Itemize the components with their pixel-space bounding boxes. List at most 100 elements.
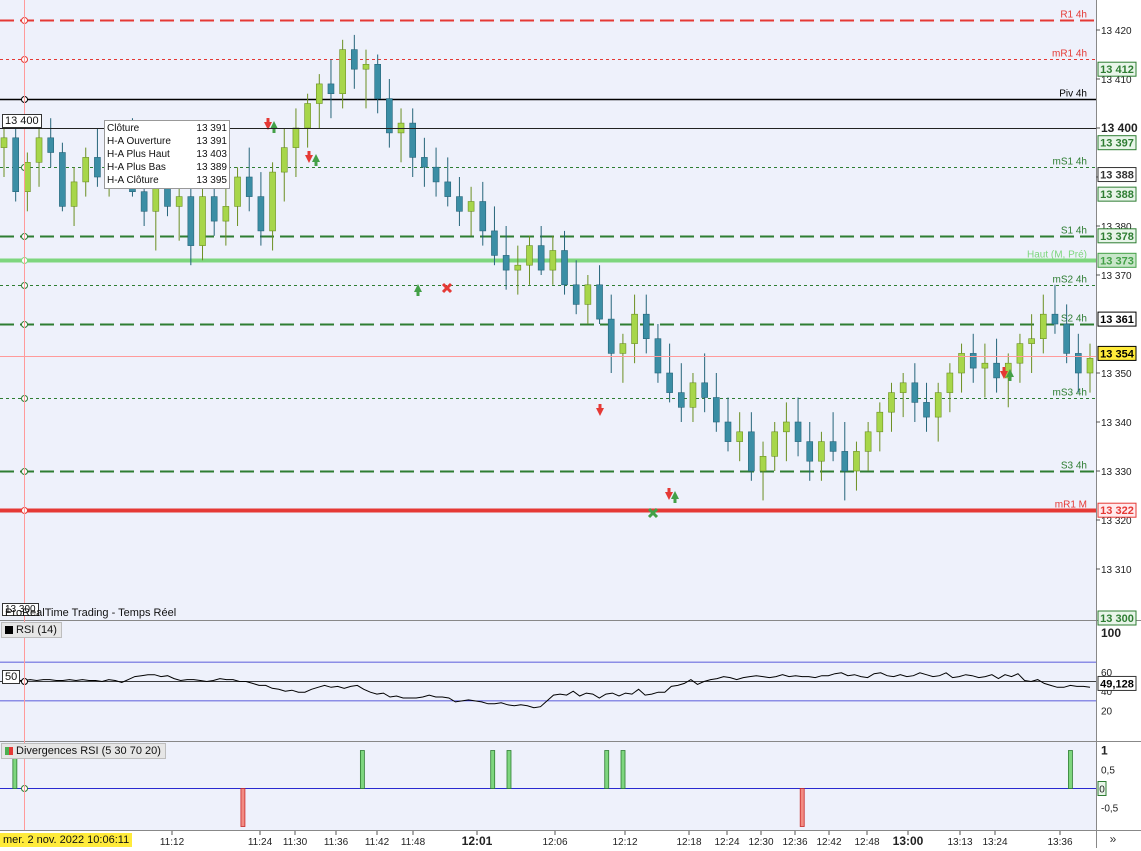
tooltip-label: H-A Plus Haut — [107, 149, 170, 160]
price-tick-label: 13 420 — [1101, 26, 1132, 37]
candle-body — [864, 431, 872, 452]
tooltip-label: H-A Clôture — [107, 175, 159, 186]
price-tick-label: 13 340 — [1101, 418, 1132, 429]
candle-body — [1016, 343, 1024, 364]
time-tick-label: 12:06 — [542, 837, 567, 848]
tooltip-value: 13 403 — [196, 149, 227, 160]
candle-body — [981, 362, 989, 369]
bullish-divergence-bar — [490, 750, 496, 789]
candle-body — [853, 451, 860, 472]
price-tick-label: 13 400 — [1101, 121, 1138, 135]
candle-body — [315, 83, 323, 104]
tooltip-row: H-A Plus Haut 13 403 — [107, 148, 227, 161]
candle-body — [362, 64, 370, 70]
price-tick-label: 13 310 — [1101, 565, 1132, 576]
candle-body — [444, 181, 452, 197]
tooltip-value: 13 395 — [196, 175, 227, 186]
candle-body — [666, 372, 673, 393]
candle-body — [572, 284, 580, 305]
divergence-color-swatch — [5, 747, 13, 755]
scroll-forward-button[interactable]: » — [1103, 832, 1123, 847]
candle-body — [689, 382, 697, 408]
bearish-divergence-bar — [799, 788, 805, 827]
candle-body — [713, 397, 720, 423]
price-tag-label: 13 388 — [1100, 189, 1134, 201]
candle-body — [222, 206, 230, 222]
divergence-title-label: Divergences RSI (5 30 70 20) — [16, 745, 161, 757]
candle-body — [549, 250, 557, 271]
data-source-label: ProRealTime Trading - Temps Réel — [5, 607, 177, 619]
tooltip-label: H-A Plus Bas — [107, 162, 166, 173]
candle-body — [269, 171, 276, 232]
candle-body — [794, 421, 802, 442]
price-tick-label: 13 350 — [1101, 369, 1132, 380]
price-tag-label: 13 354 — [1100, 348, 1135, 360]
divergence-panel-title[interactable]: Divergences RSI (5 30 70 20) — [1, 743, 166, 759]
candle-body — [899, 382, 907, 393]
price-tag-label: 13 361 — [1100, 314, 1134, 326]
candle-body — [1051, 313, 1059, 325]
divergence-zero-label: 0 — [1099, 785, 1105, 796]
price-tag-label: 13 378 — [1100, 231, 1134, 243]
bullish-divergence-bar — [359, 750, 365, 789]
candle-body — [1028, 338, 1035, 344]
time-tick-label: 13:13 — [947, 837, 972, 848]
tooltip-row: H-A Ouverture 13 391 — [107, 135, 227, 148]
candle-body — [923, 402, 930, 418]
bullish-divergence-bar — [620, 750, 626, 789]
candle-body — [888, 392, 895, 413]
price-tag-label: 13 412 — [1100, 64, 1134, 76]
candle-body — [642, 313, 650, 340]
time-tick-label: 11:30 — [283, 837, 308, 848]
candle-body — [245, 176, 253, 197]
tooltip-row: Clôture 13 391 — [107, 122, 227, 135]
bullish-divergence-bar — [1068, 750, 1073, 789]
rsi-title-label: RSI (14) — [16, 624, 57, 636]
candle-body — [677, 392, 685, 408]
rsi-panel-title[interactable]: RSI (14) — [1, 622, 62, 638]
candle-body — [491, 230, 498, 256]
tooltip-row: H-A Clôture 13 395 — [107, 174, 227, 187]
candle-body — [280, 147, 288, 173]
candle-body — [210, 196, 218, 222]
time-tick-label: 12:48 — [854, 837, 879, 848]
bullish-divergence-bar — [604, 750, 610, 789]
price-tag-label: 13 397 — [1100, 138, 1134, 150]
tooltip-label: H-A Ouverture — [107, 136, 171, 147]
candle-body — [199, 196, 206, 246]
candle-body — [537, 245, 545, 271]
candle-body — [759, 455, 767, 472]
candle-body — [946, 372, 954, 393]
time-tick-label: 12:01 — [462, 834, 493, 848]
time-tick-label: 12:18 — [676, 837, 701, 848]
level-label: mS2 4h — [1053, 275, 1087, 286]
candle-body — [829, 441, 837, 452]
rsi-color-swatch — [5, 626, 13, 634]
rsi-panel-bg — [0, 621, 1096, 741]
candle-body — [82, 157, 90, 183]
price-tag: 13 378 — [1097, 228, 1137, 244]
level-label: mR1 M — [1055, 500, 1087, 511]
candle-body — [421, 157, 428, 168]
candle-body — [234, 176, 241, 207]
candle-body — [24, 162, 31, 193]
price-tag: 13 300 — [1097, 610, 1137, 626]
bullish-divergence-bar — [506, 750, 512, 789]
time-axis[interactable]: 11:12 11:24 11:30 11:36 11:42 11:48 12:01 12:06… — [160, 831, 1073, 848]
price-tag-label: 13 322 — [1100, 505, 1134, 517]
candle-body — [736, 431, 743, 442]
candle-body — [94, 157, 101, 178]
candle-body — [502, 255, 510, 271]
candle-body — [783, 421, 790, 433]
time-tick-label: 12:30 — [748, 837, 773, 848]
candle-body — [841, 451, 849, 472]
price-tag: 13 354 — [1097, 345, 1137, 361]
candle-body — [771, 431, 779, 457]
level-label: mS3 4h — [1053, 388, 1087, 399]
rsi-value-tag: 49,128 — [1097, 675, 1137, 691]
time-tick-label: 11:24 — [248, 837, 273, 848]
time-tick-label: 12:12 — [612, 837, 637, 848]
price-tag: 13 388 — [1097, 186, 1137, 202]
candle-body — [386, 98, 393, 134]
time-tick-label: 11:42 — [365, 837, 390, 848]
